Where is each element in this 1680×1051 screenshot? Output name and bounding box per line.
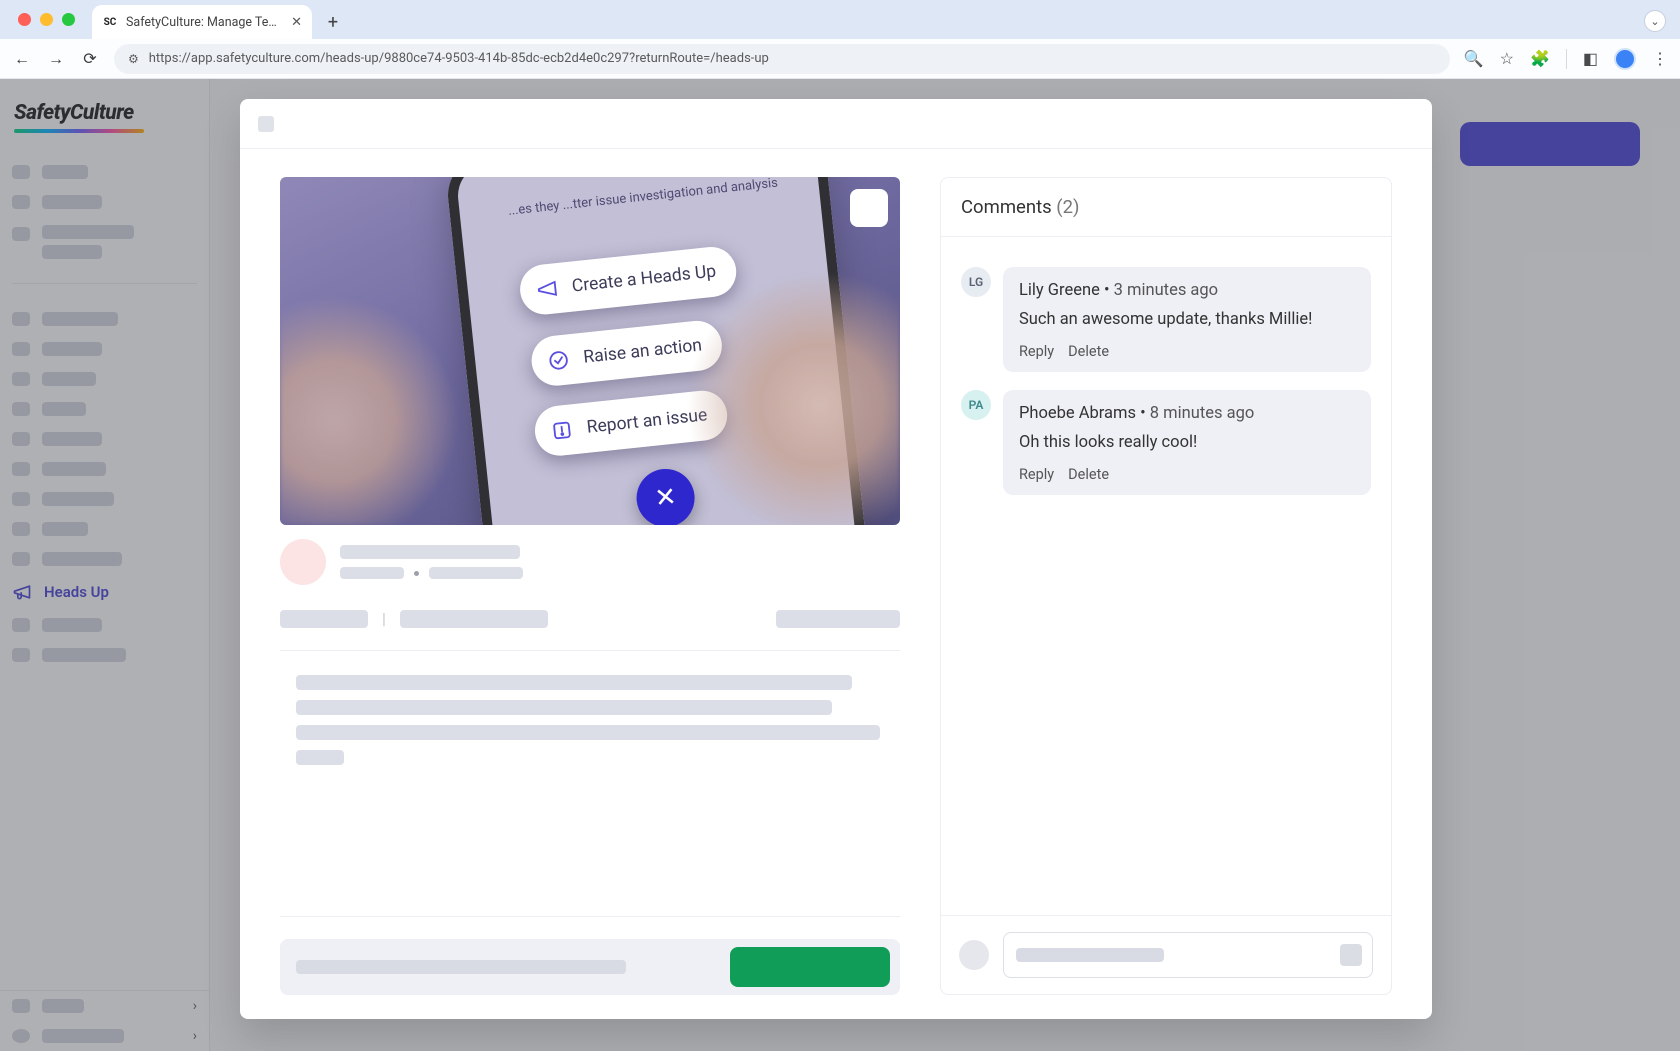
zoom-icon[interactable]: 🔍 [1464,49,1484,68]
divider [280,916,900,917]
chip-label: Raise an action [582,335,702,367]
dot-separator [414,571,419,576]
heads-up-detail: ...es they ...tter issue investigation a… [280,177,900,1019]
tab-title: SafetyCulture: Manage Teams and... [126,15,283,30]
new-tab-button[interactable]: + [318,7,348,37]
modal-back-icon[interactable] [258,116,274,132]
meta-placeholder [429,567,523,579]
comment-author: Lily Greene [1019,281,1100,300]
stat-placeholder [400,610,548,628]
chip-label: Report an issue [586,405,709,438]
nav-forward-button[interactable]: → [46,49,66,69]
comment-delete-button[interactable]: Delete [1068,466,1109,483]
comment-item: PA Phoebe Abrams • 8 minutes ago Oh this… [961,390,1371,495]
meta-placeholder [340,567,404,579]
heads-up-modal: ...es they ...tter issue investigation a… [240,99,1432,1019]
author-meta [280,525,900,585]
comment-author: Phoebe Abrams [1019,404,1136,423]
comment-reply-button[interactable]: Reply [1019,343,1054,360]
comments-count: (2) [1056,196,1079,218]
sidepanel-icon[interactable]: ◧ [1583,49,1598,68]
tab-close-icon[interactable]: ✕ [291,15,302,30]
comment-text: Such an awesome update, thanks Millie! [1019,310,1355,329]
chip-label: Create a Heads Up [571,262,717,297]
comments-list: LG Lily Greene • 3 minutes ago Such an a… [941,237,1391,915]
phone-illustration: ...es they ...tter issue investigation a… [444,177,876,525]
comment-delete-button[interactable]: Delete [1068,343,1109,360]
fab-close-icon: ✕ [634,466,698,525]
comments-title: Comments [961,196,1052,218]
comment-reply-button[interactable]: Reply [1019,466,1054,483]
comments-panel: Comments (2) LG Lily Greene • 3 minutes … [940,177,1392,995]
window-minimize-icon[interactable] [40,13,53,26]
megaphone-icon [533,275,562,304]
check-circle-icon [544,346,573,375]
stats-row: | [280,585,900,628]
chip-report-issue: Report an issue [532,388,729,458]
divider [280,650,900,651]
tabs-overflow-button[interactable]: ⌄ [1644,10,1666,32]
tab-favicon-icon: SC [102,14,118,30]
chip-raise-action: Raise an action [529,318,724,388]
url-text: https://app.safetyculture.com/heads-up/9… [149,51,769,66]
comment-placeholder [1016,948,1164,962]
current-user-avatar [959,940,989,970]
kebab-menu-icon[interactable]: ⋮ [1652,49,1668,68]
stat-placeholder [280,610,368,628]
pipe-separator: | [380,609,388,628]
send-comment-button[interactable] [1340,944,1362,966]
comment-avatar: PA [961,390,991,420]
chip-create-heads-up: Create a Heads Up [518,244,739,316]
nav-reload-button[interactable]: ⟳ [80,49,100,68]
comments-header: Comments (2) [941,178,1391,237]
comment-input[interactable] [1003,932,1373,978]
window-controls[interactable] [18,13,75,26]
comment-item: LG Lily Greene • 3 minutes ago Such an a… [961,267,1371,372]
alert-icon [548,416,577,445]
phone-blurb: ...es they ...tter issue investigation a… [497,177,789,222]
browser-toolbar: ← → ⟳ ⚙ https://app.safetyculture.com/he… [0,39,1680,79]
author-name-placeholder [340,545,520,559]
bookmark-icon[interactable]: ☆ [1500,49,1514,68]
comment-text: Oh this looks really cool! [1019,433,1355,452]
comment-compose [941,915,1391,994]
description-placeholder [280,675,900,765]
modal-header [240,99,1432,149]
comment-avatar: LG [961,267,991,297]
extensions-icon[interactable]: 🧩 [1530,49,1550,68]
comment-time: 8 minutes ago [1150,404,1254,423]
stat-placeholder [776,610,900,628]
profile-avatar-icon[interactable] [1614,48,1636,70]
author-avatar [280,539,326,585]
acknowledge-bar [280,939,900,995]
toolbar-divider [1566,49,1567,69]
ack-text-placeholder [296,960,626,974]
comment-time: 3 minutes ago [1114,281,1218,300]
site-settings-icon[interactable]: ⚙ [128,52,139,66]
window-zoom-icon[interactable] [62,13,75,26]
nav-back-button[interactable]: ← [12,49,32,69]
browser-tab-strip: SC SafetyCulture: Manage Teams and... ✕ … [0,0,1680,39]
hero-media[interactable]: ...es they ...tter issue investigation a… [280,177,900,525]
acknowledge-button[interactable] [730,947,890,987]
window-close-icon[interactable] [18,13,31,26]
browser-tab[interactable]: SC SafetyCulture: Manage Teams and... ✕ [92,5,312,39]
address-bar[interactable]: ⚙ https://app.safetyculture.com/heads-up… [114,44,1450,74]
expand-media-button[interactable] [850,189,888,227]
